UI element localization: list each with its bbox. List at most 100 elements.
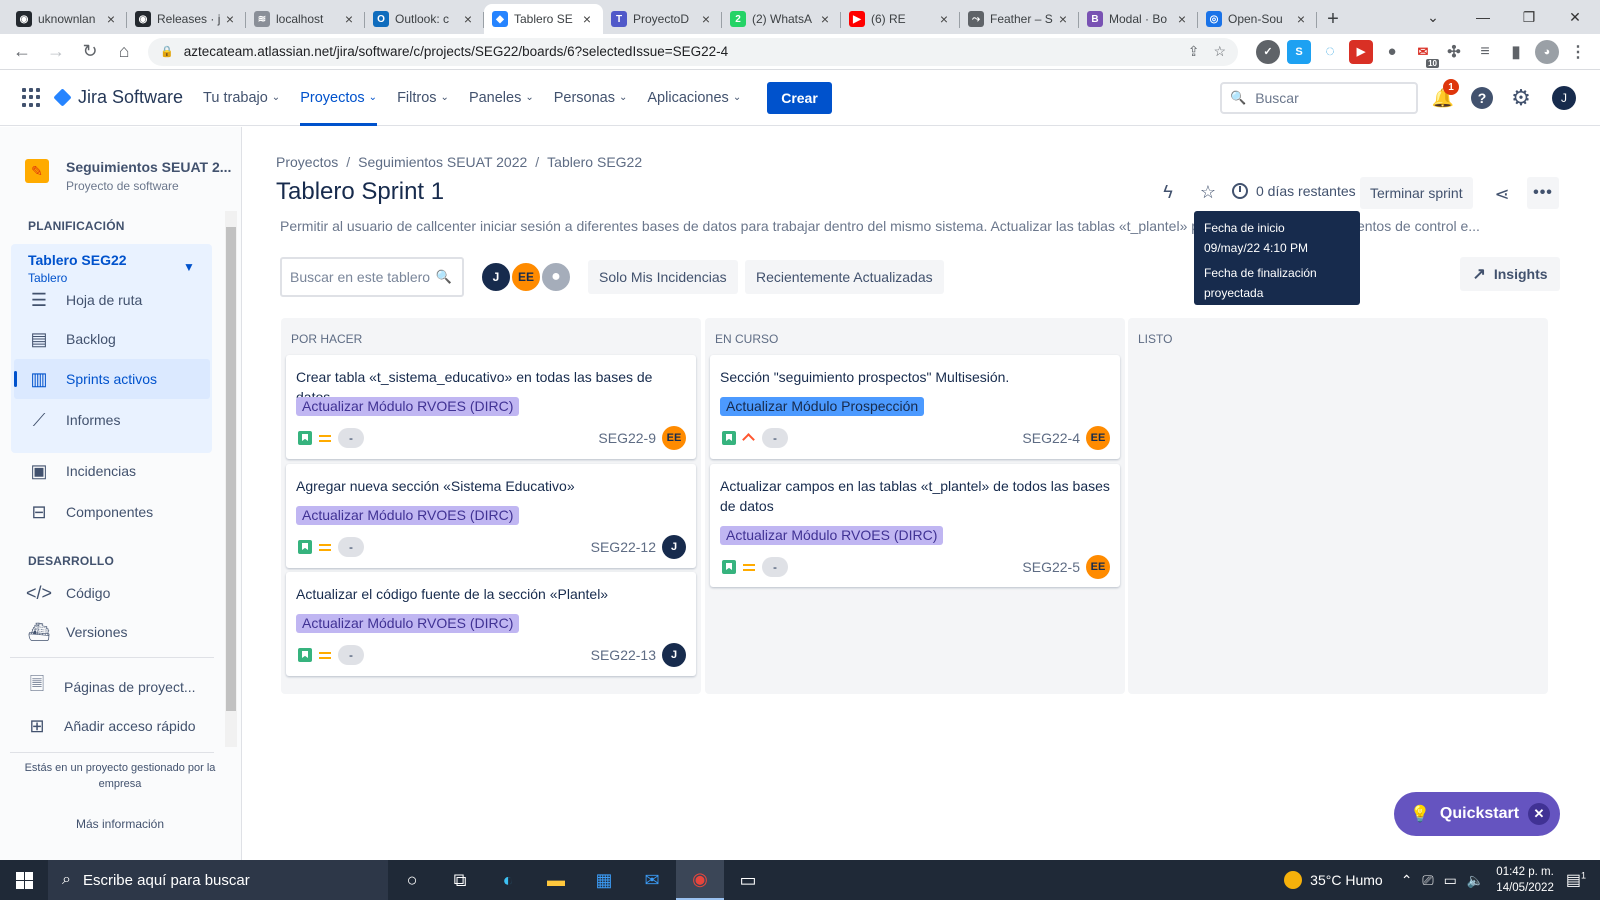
- notification-center-icon[interactable]: ▤1: [1566, 870, 1586, 890]
- close-tab-icon[interactable]: ×: [817, 11, 833, 27]
- insights-button[interactable]: ↗ Insights: [1460, 257, 1560, 291]
- task-view-icon[interactable]: ⧉: [436, 860, 484, 900]
- issue-card[interactable]: Agregar nueva sección «Sistema Educativo…: [286, 464, 696, 568]
- issue-key[interactable]: SEG22-4: [1022, 430, 1080, 446]
- browser-tab[interactable]: B Modal · Bo ×: [1079, 4, 1198, 34]
- extensions-puzzle-icon[interactable]: ✣: [1442, 39, 1466, 64]
- close-window-button[interactable]: ✕: [1552, 0, 1598, 34]
- volume-icon[interactable]: 🔈: [1467, 872, 1484, 889]
- chrome-icon[interactable]: ◉: [676, 860, 724, 900]
- issue-key[interactable]: SEG22-12: [591, 539, 656, 555]
- end-sprint-button[interactable]: Terminar sprint: [1360, 177, 1473, 209]
- epic-label[interactable]: Actualizar Módulo RVOES (DIRC): [720, 526, 944, 545]
- unassigned-avatar-icon[interactable]: ●: [540, 261, 572, 293]
- extension-check-icon[interactable]: ✓: [1256, 39, 1280, 64]
- breadcrumb-projects[interactable]: Proyectos: [276, 154, 338, 170]
- browser-tab[interactable]: ⤳ Feather – S ×: [960, 4, 1079, 34]
- taskbar-search-input[interactable]: ⌕ Escribe aquí para buscar: [48, 860, 388, 900]
- sidebar-item-releases[interactable]: ⛴ Versiones: [28, 613, 128, 651]
- bookmark-star-icon[interactable]: ☆: [1213, 43, 1226, 60]
- user-avatar[interactable]: J: [1552, 86, 1576, 110]
- story-points-badge[interactable]: -: [762, 557, 788, 577]
- extension-s-icon[interactable]: S: [1287, 39, 1311, 64]
- issue-card[interactable]: Crear tabla «t_sistema_educativo» en tod…: [286, 355, 696, 459]
- close-tab-icon[interactable]: ×: [460, 11, 476, 27]
- story-points-badge[interactable]: -: [338, 428, 364, 448]
- browser-tab[interactable]: ◆ Tablero SE ×: [484, 4, 603, 34]
- close-tab-icon[interactable]: ×: [103, 11, 119, 27]
- sprint-days-remaining[interactable]: 0 días restantes: [1232, 183, 1356, 199]
- assignee-avatar[interactable]: EE: [1086, 426, 1110, 450]
- nav-item[interactable]: Personas ⌄: [554, 70, 628, 126]
- avatar-filter-ee[interactable]: EE: [510, 261, 542, 293]
- sidebar-item-add-shortcut[interactable]: ⊞ Añadir acceso rápido: [26, 707, 195, 745]
- sidebar-item-reports[interactable]: ⟋ Informes: [28, 401, 121, 439]
- browser-tab[interactable]: ≋ localhost ×: [246, 4, 365, 34]
- jira-logo[interactable]: Jira Software: [53, 87, 183, 108]
- terminal-icon[interactable]: ▭: [724, 860, 772, 900]
- epic-label[interactable]: Actualizar Módulo Prospección: [720, 397, 925, 416]
- issue-key[interactable]: SEG22-5: [1022, 559, 1080, 575]
- epic-label[interactable]: Actualizar Módulo RVOES (DIRC): [296, 614, 520, 633]
- mail-icon[interactable]: ✉: [628, 860, 676, 900]
- more-actions-icon[interactable]: •••: [1527, 177, 1559, 209]
- extension-user-icon[interactable]: ●: [1380, 39, 1404, 64]
- settings-gear-icon[interactable]: ⚙: [1510, 85, 1532, 110]
- story-points-badge[interactable]: -: [762, 428, 788, 448]
- avatar-filter-j[interactable]: J: [480, 261, 512, 293]
- share-network-icon[interactable]: ⋖: [1490, 182, 1514, 206]
- issue-key[interactable]: SEG22-9: [598, 430, 656, 446]
- sidebar-item-project-pages[interactable]: 🗏 Páginas de proyect...: [26, 668, 196, 706]
- breadcrumb-board[interactable]: Tablero SEG22: [547, 154, 642, 170]
- quickstart-button[interactable]: 💡 Quickstart ✕: [1394, 792, 1560, 836]
- minimize-button[interactable]: —: [1460, 0, 1506, 34]
- restore-button[interactable]: ❐: [1506, 0, 1552, 34]
- recently-updated-filter[interactable]: Recientemente Actualizadas: [745, 260, 944, 294]
- board-search-input[interactable]: Buscar en este tablero 🔍: [280, 257, 464, 297]
- star-icon[interactable]: ☆: [1196, 180, 1220, 204]
- file-explorer-icon[interactable]: ▬: [532, 860, 580, 900]
- epic-label[interactable]: Actualizar Módulo RVOES (DIRC): [296, 397, 520, 416]
- assignee-avatar[interactable]: EE: [1086, 555, 1110, 579]
- extension-mail-icon[interactable]: ✉ 10: [1411, 39, 1439, 68]
- story-points-badge[interactable]: -: [338, 645, 364, 665]
- taskbar-clock[interactable]: 01:42 p. m. 14/05/2022: [1496, 864, 1554, 896]
- issue-card[interactable]: Actualizar campos en las tablas «t_plant…: [710, 464, 1120, 587]
- browser-tab[interactable]: ◉ Releases · j ×: [127, 4, 246, 34]
- sidebar-item-active-sprints[interactable]: ▥ Sprints activos: [28, 360, 157, 398]
- close-icon[interactable]: ✕: [1528, 803, 1550, 825]
- reading-list-icon[interactable]: ≡: [1473, 39, 1497, 64]
- story-points-badge[interactable]: -: [338, 537, 364, 557]
- extension-wave-icon[interactable]: ◌: [1318, 39, 1342, 64]
- sidebar-item-code[interactable]: </> Código: [26, 574, 110, 612]
- browser-tab[interactable]: 2 (2) WhatsA ×: [722, 4, 841, 34]
- nav-item[interactable]: Proyectos ⌄: [300, 70, 377, 126]
- sidebar-item-components[interactable]: ⊟ Componentes: [28, 493, 153, 531]
- close-tab-icon[interactable]: ×: [1174, 11, 1190, 27]
- browser-tab[interactable]: ◎ Open-Sou ×: [1198, 4, 1317, 34]
- issue-card[interactable]: Actualizar el código fuente de la secció…: [286, 572, 696, 676]
- assignee-avatar[interactable]: EE: [662, 426, 686, 450]
- create-button[interactable]: Crear: [767, 81, 832, 114]
- issue-card[interactable]: Sección "seguimiento prospectos" Multise…: [710, 355, 1120, 459]
- chevron-down-icon[interactable]: ▼: [183, 260, 195, 274]
- app-switcher-icon[interactable]: [22, 87, 42, 108]
- more-info-link[interactable]: Más información: [12, 817, 228, 831]
- browser-tab[interactable]: ◉ uknownlan ×: [8, 4, 127, 34]
- close-tab-icon[interactable]: ×: [1293, 11, 1309, 27]
- global-search-input[interactable]: 🔍 Buscar: [1220, 82, 1418, 114]
- browser-tab[interactable]: O Outlook: c ×: [365, 4, 484, 34]
- home-icon[interactable]: ⌂: [108, 36, 140, 68]
- sidebar-item-backlog[interactable]: ▤ Backlog: [28, 320, 115, 358]
- browser-tab[interactable]: T ProyectoD ×: [603, 4, 722, 34]
- nav-item[interactable]: Filtros ⌄: [397, 70, 449, 126]
- windows-start-icon[interactable]: [0, 860, 48, 900]
- side-panel-icon[interactable]: ▮: [1504, 39, 1528, 64]
- breadcrumb-project[interactable]: Seguimientos SEUAT 2022: [358, 154, 527, 170]
- network-icon[interactable]: ▭: [1444, 872, 1457, 889]
- back-icon[interactable]: ←: [6, 36, 38, 68]
- automation-lightning-icon[interactable]: ϟ: [1156, 180, 1180, 204]
- weather-widget[interactable]: 35°C Humo: [1284, 871, 1383, 889]
- epic-label[interactable]: Actualizar Módulo RVOES (DIRC): [296, 506, 520, 525]
- tab-search-icon[interactable]: ⌄: [1410, 0, 1456, 34]
